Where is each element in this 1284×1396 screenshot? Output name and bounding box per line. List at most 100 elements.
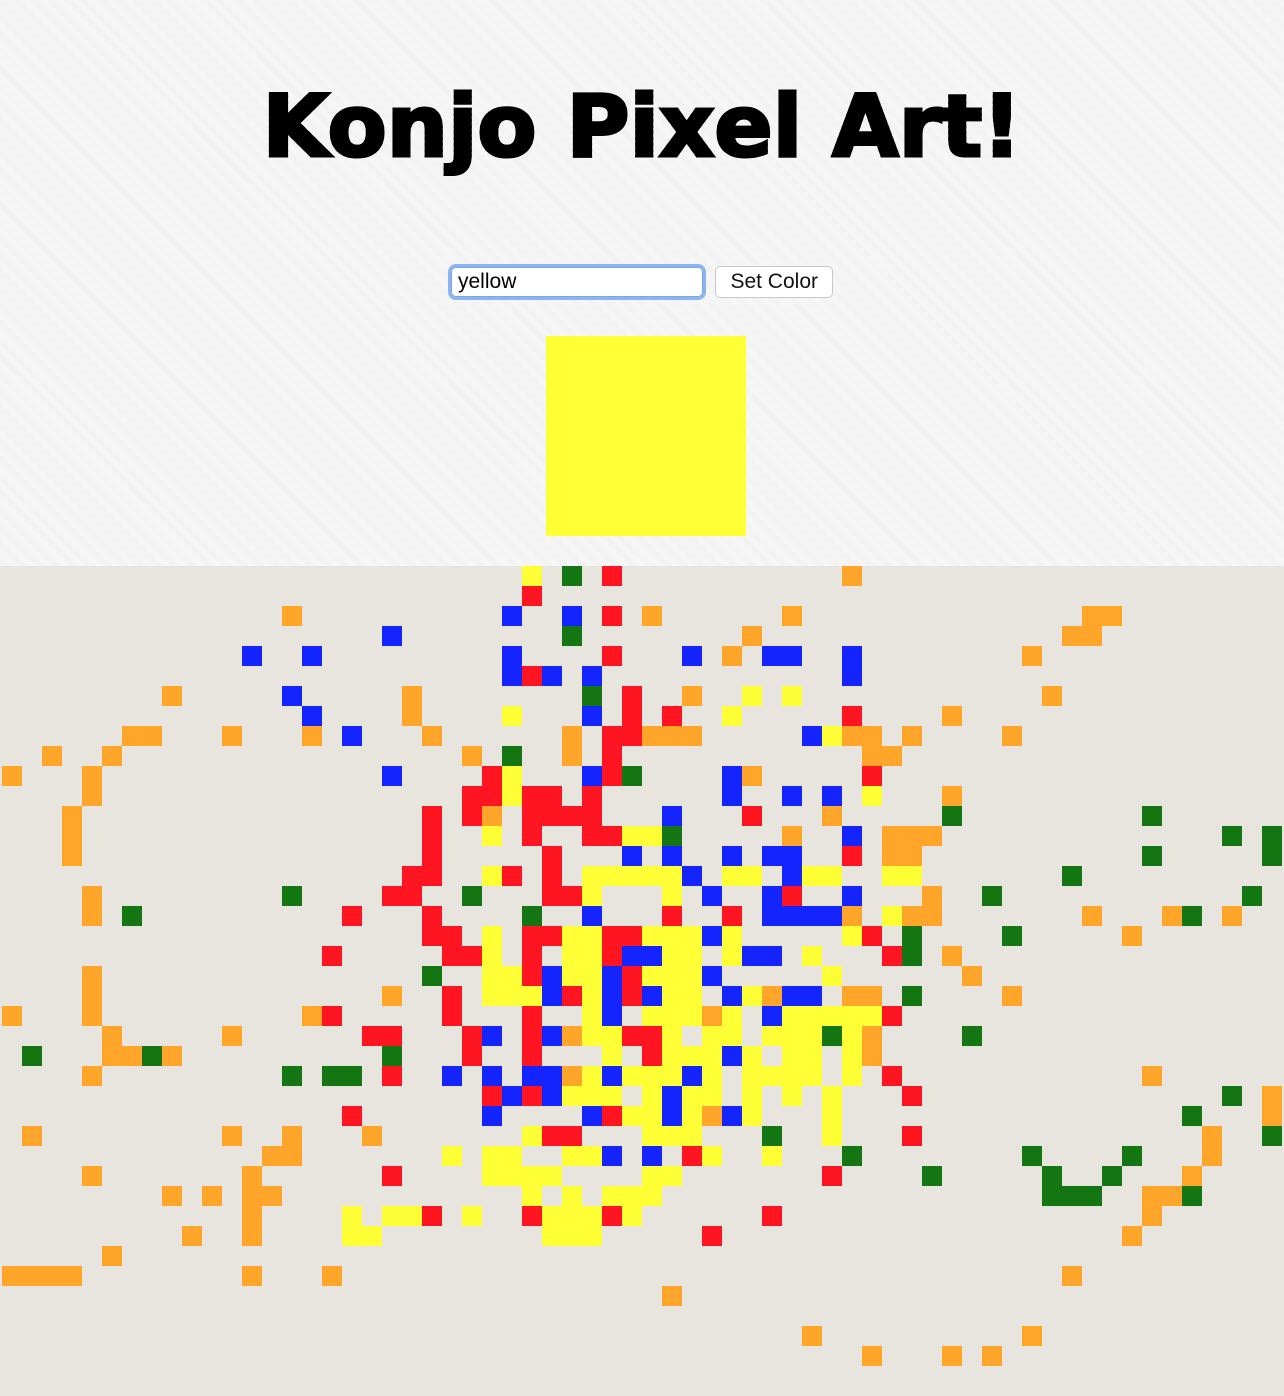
- pixel-cell-red[interactable]: [522, 786, 542, 806]
- pixel-cell-yellow[interactable]: [642, 1166, 662, 1186]
- pixel-cell-red[interactable]: [622, 986, 642, 1006]
- pixel-cell-red[interactable]: [522, 1206, 542, 1226]
- pixel-cell-yellow[interactable]: [502, 706, 522, 726]
- pixel-cell-yellow[interactable]: [542, 1206, 562, 1226]
- pixel-cell-blue[interactable]: [602, 1066, 622, 1086]
- pixel-cell-red[interactable]: [402, 866, 422, 886]
- pixel-cell-yellow[interactable]: [742, 1046, 762, 1066]
- pixel-cell-yellow[interactable]: [662, 1026, 682, 1046]
- pixel-cell-blue[interactable]: [582, 706, 602, 726]
- pixel-cell-orange[interactable]: [1002, 726, 1022, 746]
- pixel-cell-orange[interactable]: [862, 1026, 882, 1046]
- pixel-cell-blue[interactable]: [522, 1066, 542, 1086]
- pixel-cell-yellow[interactable]: [482, 826, 502, 846]
- pixel-cell-yellow[interactable]: [782, 1026, 802, 1046]
- pixel-cell-yellow[interactable]: [802, 1046, 822, 1066]
- pixel-cell-blue[interactable]: [782, 866, 802, 886]
- pixel-cell-orange[interactable]: [2, 1266, 22, 1286]
- pixel-cell-yellow[interactable]: [662, 1166, 682, 1186]
- pixel-cell-orange[interactable]: [302, 1006, 322, 1026]
- pixel-cell-red[interactable]: [622, 1026, 642, 1046]
- pixel-cell-yellow[interactable]: [502, 766, 522, 786]
- pixel-cell-yellow[interactable]: [562, 1206, 582, 1226]
- pixel-cell-orange[interactable]: [162, 686, 182, 706]
- pixel-cell-red[interactable]: [602, 1106, 622, 1126]
- pixel-cell-yellow[interactable]: [862, 786, 882, 806]
- pixel-cell-yellow[interactable]: [782, 1046, 802, 1066]
- pixel-cell-blue[interactable]: [542, 1026, 562, 1046]
- pixel-cell-red[interactable]: [842, 846, 862, 866]
- pixel-cell-orange[interactable]: [1062, 1266, 1082, 1286]
- pixel-cell-orange[interactable]: [62, 826, 82, 846]
- pixel-cell-orange[interactable]: [242, 1186, 262, 1206]
- pixel-cell-red[interactable]: [362, 1026, 382, 1046]
- pixel-cell-orange[interactable]: [282, 606, 302, 626]
- pixel-cell-blue[interactable]: [842, 646, 862, 666]
- pixel-cell-blue[interactable]: [842, 886, 862, 906]
- pixel-cell-orange[interactable]: [2, 1006, 22, 1026]
- pixel-cell-blue[interactable]: [802, 906, 822, 926]
- pixel-cell-green[interactable]: [1222, 1086, 1242, 1106]
- pixel-cell-orange[interactable]: [82, 986, 102, 1006]
- pixel-cell-green[interactable]: [902, 986, 922, 1006]
- pixel-cell-orange[interactable]: [842, 906, 862, 926]
- pixel-cell-red[interactable]: [582, 826, 602, 846]
- pixel-cell-yellow[interactable]: [682, 1046, 702, 1066]
- pixel-cell-blue[interactable]: [662, 806, 682, 826]
- pixel-cell-orange[interactable]: [662, 726, 682, 746]
- pixel-cell-red[interactable]: [442, 986, 462, 1006]
- pixel-cell-red[interactable]: [562, 1126, 582, 1146]
- pixel-cell-red[interactable]: [882, 946, 902, 966]
- pixel-cell-red[interactable]: [422, 1206, 442, 1226]
- pixel-cell-blue[interactable]: [582, 666, 602, 686]
- pixel-cell-red[interactable]: [842, 706, 862, 726]
- pixel-cell-orange[interactable]: [82, 786, 102, 806]
- pixel-cell-orange[interactable]: [82, 966, 102, 986]
- pixel-cell-orange[interactable]: [322, 1266, 342, 1286]
- pixel-cell-yellow[interactable]: [862, 1006, 882, 1026]
- pixel-cell-orange[interactable]: [1102, 606, 1122, 626]
- pixel-cell-green[interactable]: [1182, 1106, 1202, 1126]
- pixel-cell-orange[interactable]: [1022, 1326, 1042, 1346]
- pixel-cell-green[interactable]: [282, 886, 302, 906]
- pixel-cell-yellow[interactable]: [722, 926, 742, 946]
- pixel-cell-red[interactable]: [462, 1046, 482, 1066]
- pixel-cell-green[interactable]: [1062, 1186, 1082, 1206]
- pixel-cell-yellow[interactable]: [682, 946, 702, 966]
- pixel-cell-blue[interactable]: [382, 766, 402, 786]
- pixel-cell-red[interactable]: [542, 786, 562, 806]
- pixel-cell-red[interactable]: [622, 926, 642, 946]
- pixel-cell-green[interactable]: [282, 1066, 302, 1086]
- pixel-cell-red[interactable]: [602, 566, 622, 586]
- pixel-cell-yellow[interactable]: [522, 1166, 542, 1186]
- pixel-cell-red[interactable]: [542, 846, 562, 866]
- pixel-cell-red[interactable]: [522, 666, 542, 686]
- pixel-cell-orange[interactable]: [282, 1146, 302, 1166]
- pixel-cell-orange[interactable]: [302, 726, 322, 746]
- pixel-cell-orange[interactable]: [702, 1106, 722, 1126]
- pixel-cell-yellow[interactable]: [622, 1186, 642, 1206]
- pixel-cell-yellow[interactable]: [662, 926, 682, 946]
- pixel-cell-red[interactable]: [622, 686, 642, 706]
- pixel-cell-yellow[interactable]: [742, 1066, 762, 1086]
- pixel-cell-orange[interactable]: [882, 846, 902, 866]
- pixel-cell-orange[interactable]: [942, 786, 962, 806]
- pixel-cell-blue[interactable]: [802, 726, 822, 746]
- pixel-cell-red[interactable]: [462, 806, 482, 826]
- pixel-cell-orange[interactable]: [22, 1266, 42, 1286]
- pixel-cell-red[interactable]: [542, 886, 562, 906]
- pixel-cell-yellow[interactable]: [522, 1126, 542, 1146]
- pixel-cell-orange[interactable]: [1202, 1146, 1222, 1166]
- pixel-cell-orange[interactable]: [902, 826, 922, 846]
- pixel-cell-orange[interactable]: [782, 826, 802, 846]
- pixel-cell-blue[interactable]: [502, 666, 522, 686]
- pixel-cell-red[interactable]: [602, 766, 622, 786]
- pixel-cell-red[interactable]: [882, 1066, 902, 1086]
- pixel-cell-yellow[interactable]: [742, 1086, 762, 1106]
- pixel-cell-yellow[interactable]: [782, 686, 802, 706]
- pixel-cell-red[interactable]: [882, 1006, 902, 1026]
- pixel-cell-orange[interactable]: [122, 726, 142, 746]
- pixel-cell-red[interactable]: [642, 1026, 662, 1046]
- pixel-cell-yellow[interactable]: [582, 886, 602, 906]
- pixel-cell-blue[interactable]: [722, 986, 742, 1006]
